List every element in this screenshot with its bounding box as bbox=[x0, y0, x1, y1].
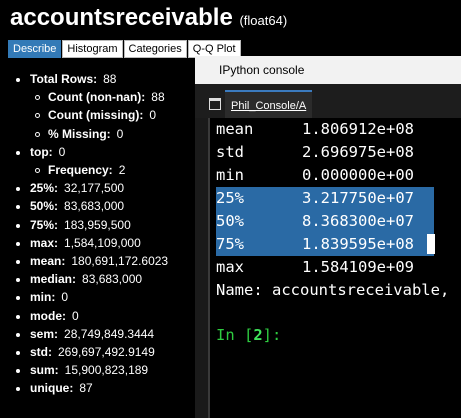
stat-value: 183,959,500 bbox=[64, 217, 131, 232]
window-icon[interactable] bbox=[209, 98, 221, 110]
ipython-console-window[interactable]: IPython console Phil_Console/A mean 1.806… bbox=[195, 56, 461, 418]
stat-item: top: 0 bbox=[15, 143, 168, 161]
column-dtype: (float64) bbox=[239, 13, 288, 28]
console-tab-bar: Phil_Console/A bbox=[195, 84, 461, 119]
stat-value: 88 bbox=[103, 72, 117, 86]
stat-value: 269,697,492.9149 bbox=[58, 345, 155, 360]
stat-value: 88 bbox=[151, 90, 165, 105]
console-output-row: 25% 3.217750e+07 bbox=[216, 187, 434, 210]
console-output-row: min 0.000000e+00 bbox=[216, 164, 434, 187]
output-key: 75% bbox=[216, 235, 244, 253]
text-cursor bbox=[427, 234, 435, 254]
prompt-number: 2 bbox=[253, 326, 263, 344]
stat-item: unique: 87 bbox=[15, 379, 168, 397]
stat-item: 50%: 83,683,000 bbox=[15, 197, 168, 215]
column-name: accountsreceivable bbox=[10, 4, 233, 31]
output-key: max bbox=[216, 258, 244, 276]
stat-item: % Missing: 0 bbox=[30, 125, 168, 143]
stat-item: Count (non-nan): 88 bbox=[30, 88, 168, 106]
stat-label: sum: bbox=[30, 363, 59, 378]
stat-value: 28,749,849.3444 bbox=[64, 326, 155, 341]
tab-histogram[interactable]: Histogram bbox=[62, 40, 123, 58]
console-window-title: IPython console bbox=[219, 63, 305, 77]
stat-item: Count (missing): 0 bbox=[30, 106, 168, 124]
stat-item: sem: 28,749,849.3444 bbox=[15, 325, 168, 343]
output-value: 1.839595e+08 bbox=[302, 235, 414, 253]
stat-label: median: bbox=[30, 272, 77, 287]
stat-value: 1,584,109,000 bbox=[64, 235, 141, 250]
console-output-row: 50% 8.368300e+07 bbox=[216, 210, 434, 233]
stat-value: 2 bbox=[118, 163, 126, 178]
prompt-text: In [ bbox=[216, 326, 254, 344]
stat-value: 0 bbox=[149, 108, 157, 123]
stat-value: 180,691,172.6023 bbox=[71, 254, 169, 269]
tab-describe[interactable]: Describe bbox=[8, 40, 62, 58]
output-key: mean bbox=[216, 120, 254, 138]
tab-categories[interactable]: Categories bbox=[123, 40, 187, 58]
console-output: mean 1.806912e+08 std 2.696975e+08 min 0.0000… bbox=[216, 118, 450, 347]
stat-label: top: bbox=[30, 144, 53, 159]
console-output-row: max 1.584109e+09 bbox=[216, 256, 434, 279]
prompt-text: ]: bbox=[262, 326, 282, 344]
output-key: 25% bbox=[216, 189, 244, 207]
output-value: 2.696975e+08 bbox=[302, 143, 414, 161]
stat-label: Total Rows: bbox=[30, 72, 98, 86]
describe-stats-list: Total Rows: 88 Count (non-nan): 88 Count (mi… bbox=[15, 70, 169, 398]
stat-value: 0 bbox=[58, 144, 66, 159]
stat-item: min: 0 bbox=[15, 288, 168, 306]
stat-label: 25%: bbox=[30, 181, 59, 196]
stat-value: 15,900,823,189 bbox=[64, 363, 149, 378]
stat-label: mode: bbox=[30, 308, 66, 323]
stat-item: median: 83,683,000 bbox=[15, 270, 168, 288]
stat-item: 25%: 32,177,500 bbox=[15, 179, 168, 197]
stat-label: Count (missing): bbox=[48, 108, 144, 123]
console-output-row: 75% 1.839595e+08 bbox=[216, 233, 435, 256]
stat-label: max: bbox=[30, 235, 59, 250]
stat-item: std: 269,697,492.9149 bbox=[15, 343, 168, 361]
stat-item: 75%: 183,959,500 bbox=[15, 216, 168, 234]
stat-label: min: bbox=[30, 290, 56, 305]
column-title: accountsreceivable (float64) bbox=[10, 3, 287, 36]
stat-label: std: bbox=[30, 345, 52, 360]
output-value: 8.368300e+07 bbox=[302, 212, 414, 230]
input-prompt[interactable]: In [2]: bbox=[216, 324, 434, 347]
stat-value: 0 bbox=[116, 126, 124, 141]
series-name-line: Name: accountsreceivable, bbox=[216, 281, 450, 299]
output-key: 50% bbox=[216, 212, 244, 230]
output-value: 3.217750e+07 bbox=[302, 189, 414, 207]
stat-value: 0 bbox=[72, 308, 79, 323]
stat-value: 0 bbox=[61, 290, 69, 305]
stat-label: sem: bbox=[30, 326, 59, 341]
console-output-area[interactable]: mean 1.806912e+08 std 2.696975e+08 min 0.0000… bbox=[208, 118, 461, 418]
stat-label: % Missing: bbox=[48, 126, 111, 141]
console-output-row: std 2.696975e+08 bbox=[216, 141, 434, 164]
stat-label: 75%: bbox=[30, 217, 59, 232]
stat-label: unique: bbox=[30, 381, 74, 396]
stat-item: mean: 180,691,172.6023 bbox=[15, 252, 169, 270]
console-title-bar[interactable]: IPython console bbox=[195, 56, 461, 84]
stat-label: 50%: bbox=[30, 199, 59, 214]
output-value: 0.000000e+00 bbox=[302, 166, 414, 184]
stat-item: Total Rows: 88 bbox=[15, 70, 168, 88]
stat-label: Count (non-nan): bbox=[48, 90, 146, 105]
output-key: std bbox=[216, 143, 244, 161]
stat-value: 87 bbox=[79, 381, 93, 396]
stat-label: Frequency: bbox=[48, 163, 113, 178]
stat-value: 32,177,500 bbox=[64, 181, 125, 196]
output-key: min bbox=[216, 166, 244, 184]
stat-item: Frequency: 2 bbox=[30, 161, 168, 179]
console-tab[interactable]: Phil_Console/A bbox=[225, 90, 313, 119]
stat-item: max: 1,584,109,000 bbox=[15, 234, 168, 252]
stat-label: mean: bbox=[30, 254, 66, 269]
stat-item: sum: 15,900,823,189 bbox=[15, 361, 168, 379]
output-value: 1.806912e+08 bbox=[302, 120, 414, 138]
stat-value: 83,683,000 bbox=[64, 199, 125, 214]
console-tab-label: Phil_Console/A bbox=[231, 100, 307, 112]
stat-value: 83,683,000 bbox=[82, 272, 143, 287]
output-value: 1.584109e+09 bbox=[302, 258, 414, 276]
stat-item: mode: 0 bbox=[15, 307, 168, 325]
console-output-row: mean 1.806912e+08 bbox=[216, 118, 434, 141]
